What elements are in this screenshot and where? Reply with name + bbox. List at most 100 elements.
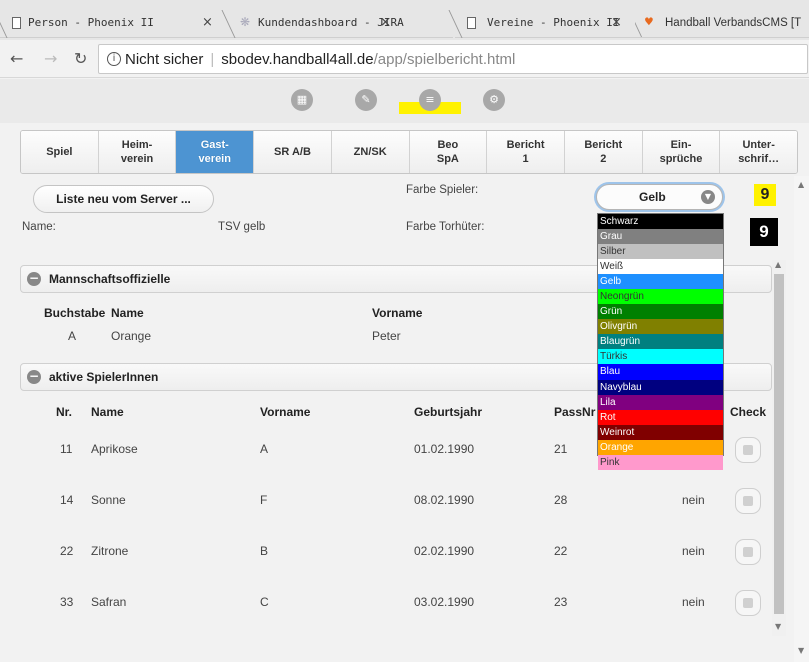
player-status: nein xyxy=(682,493,705,507)
browser-tab-vereine[interactable]: Vereine - Phoenix II × xyxy=(448,8,635,38)
color-option[interactable]: Schwarz xyxy=(598,214,723,230)
color-option[interactable]: Grau xyxy=(598,229,723,245)
tab-1[interactable]: Heim- verein xyxy=(98,131,177,173)
color-option[interactable]: Lila xyxy=(598,394,723,410)
inner-scrollbar[interactable]: ▲ ▼ xyxy=(772,260,786,636)
color-option[interactable]: Weiß xyxy=(598,259,723,275)
official-letter: A xyxy=(68,329,77,343)
player-color-label: Farbe Spieler: xyxy=(406,184,479,196)
close-icon[interactable]: × xyxy=(611,15,622,30)
section-title: aktive SpielerInnen xyxy=(49,370,159,384)
browser-tab-title: Person - Phoenix II xyxy=(28,16,154,29)
url-field[interactable]: i Nicht sicher | sbodev.handball4all.de /… xyxy=(98,44,808,74)
player-firstname: B xyxy=(260,544,269,558)
browser-tab-person[interactable]: Person - Phoenix II × xyxy=(0,8,230,38)
color-option[interactable]: Orange xyxy=(598,439,723,455)
player-nr: 14 xyxy=(60,493,74,507)
selected-color: Gelb xyxy=(639,190,666,204)
document-icon xyxy=(12,17,21,29)
tab-0[interactable]: Spiel xyxy=(21,131,99,173)
player-firstname: F xyxy=(260,493,268,507)
scroll-down-icon[interactable]: ▼ xyxy=(775,622,781,631)
color-option[interactable]: Rot xyxy=(598,409,723,425)
player-status: nein xyxy=(682,544,705,558)
color-dropdown-list: Schwarz Grau Silber Weiß Gelb Neongrün Grün Oli… xyxy=(597,213,724,470)
player-number-preview: 9 xyxy=(754,184,776,206)
main-tabs: Spiel Heim- verein Gast- verein SR A/B ZN/SK… xyxy=(20,130,798,174)
url-host: sbodev.handball4all.de xyxy=(221,50,374,68)
player-name: Sonne xyxy=(91,493,126,507)
player-birth: 01.02.1990 xyxy=(414,442,475,456)
tab-2[interactable]: Gast- verein xyxy=(176,131,255,173)
list-icon[interactable]: ≡ xyxy=(419,89,441,111)
reload-icon[interactable]: ↻ xyxy=(74,49,87,68)
tab-6[interactable]: Bericht 1 xyxy=(487,131,565,173)
color-option[interactable]: Grün xyxy=(598,304,723,320)
color-option[interactable]: Pink xyxy=(598,454,723,470)
close-icon[interactable]: × xyxy=(202,15,213,30)
column-header-check: Check xyxy=(730,405,767,419)
security-label: Nicht sicher xyxy=(125,50,204,68)
info-icon[interactable]: i xyxy=(107,52,121,66)
player-name: Zitrone xyxy=(91,544,129,558)
close-icon[interactable]: × xyxy=(380,15,391,30)
tab-5[interactable]: Beo SpA xyxy=(409,131,488,173)
tab-7[interactable]: Bericht 2 xyxy=(564,131,643,173)
player-color-select[interactable]: Gelb ▼ xyxy=(596,184,723,210)
column-header-name: Name xyxy=(91,405,124,419)
color-option[interactable]: Olivgrün xyxy=(598,319,723,335)
player-name: Safran xyxy=(91,595,127,609)
grid-icon[interactable]: ▦ xyxy=(291,89,313,111)
column-header-birth: Geburtsjahr xyxy=(414,405,483,419)
tab-4[interactable]: ZN/SK xyxy=(331,131,410,173)
app-header: ▦ ✎ ≡ ⚙ xyxy=(0,79,809,123)
check-toggle[interactable] xyxy=(735,590,761,616)
player-nr: 33 xyxy=(60,595,74,609)
color-option[interactable]: Blaugrün xyxy=(598,334,723,350)
check-toggle[interactable] xyxy=(735,539,761,565)
tab-8[interactable]: Ein- sprüche xyxy=(642,131,721,173)
document-icon xyxy=(467,17,476,29)
scroll-up-icon[interactable]: ▲ xyxy=(775,260,781,269)
color-option[interactable]: Türkis xyxy=(598,349,723,365)
player-pass: 28 xyxy=(554,493,568,507)
player-birth: 08.02.1990 xyxy=(414,493,475,507)
color-option[interactable]: Gelb xyxy=(598,274,723,290)
column-header-name: Name xyxy=(111,306,144,320)
chevron-down-icon: ▼ xyxy=(701,190,715,204)
page-scrollbar[interactable]: ▲ ▼ xyxy=(794,176,809,662)
check-toggle[interactable] xyxy=(735,437,761,463)
back-arrow-icon[interactable]: ← xyxy=(10,49,23,68)
settings-icon[interactable]: ⚙ xyxy=(483,89,505,111)
check-toggle[interactable] xyxy=(735,488,761,514)
player-nr: 22 xyxy=(60,544,74,558)
tab-3[interactable]: SR A/B xyxy=(254,131,332,173)
official-firstname: Peter xyxy=(372,329,401,343)
player-pass: 21 xyxy=(554,442,568,456)
color-option[interactable]: Navyblau xyxy=(598,379,723,395)
column-header-passnr: PassNr xyxy=(554,405,596,419)
color-option[interactable]: Silber xyxy=(598,244,723,260)
browser-tab-jira[interactable]: ❋ Kundendashboard - JIRA × xyxy=(221,8,453,38)
keeper-color-label: Farbe Torhüter: xyxy=(406,221,485,233)
collapse-icon[interactable]: − xyxy=(27,370,41,384)
browser-tab-title: Vereine - Phoenix II xyxy=(487,16,620,29)
color-option[interactable]: Blau xyxy=(598,364,723,380)
browser-tab-handball[interactable]: ♥ Handball VerbandsCMS [T xyxy=(635,8,809,38)
reload-list-button[interactable]: Liste neu vom Server ... xyxy=(33,185,214,213)
scroll-down-icon[interactable]: ▼ xyxy=(798,646,804,655)
tab-9[interactable]: Unter- schrif… xyxy=(720,131,797,173)
forward-arrow-icon[interactable]: → xyxy=(44,49,57,68)
color-option[interactable]: Weinrot xyxy=(598,424,723,440)
player-firstname: C xyxy=(260,595,269,609)
player-birth: 03.02.1990 xyxy=(414,595,475,609)
collapse-icon[interactable]: − xyxy=(27,272,41,286)
column-header-letter: Buchstabe xyxy=(44,306,106,320)
official-name: Orange xyxy=(111,329,152,343)
pencil-icon[interactable]: ✎ xyxy=(355,89,377,111)
player-pass: 23 xyxy=(554,595,568,609)
color-option[interactable]: Neongrün xyxy=(598,289,723,305)
scrollbar-thumb[interactable] xyxy=(774,274,784,614)
scroll-up-icon[interactable]: ▲ xyxy=(798,180,804,189)
browser-tab-title: Handball VerbandsCMS [T xyxy=(665,16,802,29)
